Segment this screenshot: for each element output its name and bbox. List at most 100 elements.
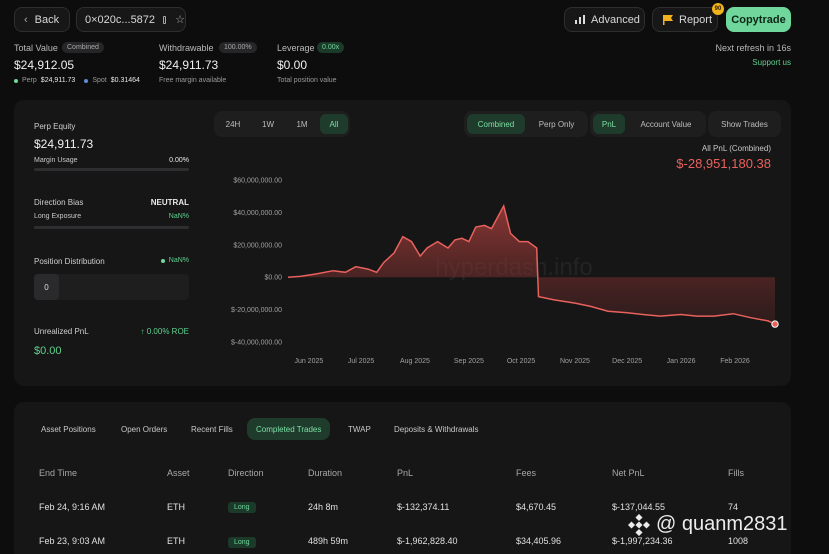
x-tick-label: Aug 2025 [400, 358, 430, 365]
roe-value: ↑ 0.00% ROE [140, 327, 189, 336]
address-chip[interactable]: 0×020c...5872 ☆ [76, 7, 186, 32]
x-tick-label: Dec 2025 [612, 358, 642, 365]
long-exposure-value: NaN% [168, 213, 189, 220]
flag-icon [663, 14, 673, 25]
mode-perp-only[interactable]: Perp Only [528, 114, 585, 134]
col-direction[interactable]: Direction [228, 468, 264, 478]
pnl-area [288, 205, 775, 325]
range-1m[interactable]: 1M [287, 114, 317, 134]
metric-account-value[interactable]: Account Value [628, 114, 704, 134]
x-axis: Jun 2025 Jul 2025 Aug 2025 Sep 2025 Oct 2025… [294, 358, 749, 365]
back-label: Back [34, 13, 60, 26]
tab-asset-positions[interactable]: Asset Positions [32, 418, 105, 440]
long-exposure-label: Long Exposure [34, 213, 82, 220]
withdrawable-sub: Free margin available [159, 77, 227, 84]
x-tick-label: Nov 2025 [560, 358, 590, 365]
watermark-handle: @ quanm2831 [656, 513, 788, 535]
x-tick-label: Jun 2025 [294, 358, 323, 365]
cell-asset: ETH [167, 502, 185, 512]
unrealized-pnl-value: $0.00 [34, 345, 62, 357]
perp-dot [14, 78, 18, 83]
withdrawable-badge: 100.00% [219, 42, 257, 53]
copytrade-button[interactable]: Copytrade [726, 7, 791, 32]
col-pnl[interactable]: PnL [397, 468, 413, 478]
report-count-badge: 90 [712, 3, 724, 15]
cell-duration: 489h 59m [308, 536, 349, 546]
spot-dot [84, 78, 89, 83]
x-tick-label: Feb 2026 [720, 358, 750, 365]
status-dot [160, 258, 165, 263]
perp-spot-breakdown: Perp $24,911.73 Spot $0.31464 [14, 77, 140, 84]
cell-end-time: Feb 24, 9:16 AM [39, 502, 106, 512]
cell-pnl: $-1,962,828.40 [397, 536, 458, 546]
advanced-button[interactable]: Advanced [564, 7, 645, 32]
col-fills[interactable]: Fills [728, 468, 744, 478]
cell-fees: $4,670.45 [516, 502, 557, 512]
cell-pnl: $-132,374.11 [397, 502, 450, 512]
position-distribution-label: Position Distribution [34, 257, 105, 266]
latest-point-marker[interactable] [771, 320, 779, 328]
cell-net-pnl: $-137,044.55 [612, 502, 666, 512]
y-tick-label: $40,000,000.00 [233, 210, 282, 217]
y-tick-label: $0.00 [264, 275, 282, 282]
y-axis: $60,000,000.00 $40,000,000.00 $20,000,000.… [231, 178, 282, 347]
col-duration[interactable]: Duration [308, 468, 342, 478]
cell-fills: 74 [728, 502, 739, 512]
show-trades-toggle[interactable]: Show Trades [711, 114, 778, 134]
col-end-time[interactable]: End Time [39, 468, 77, 478]
margin-usage-label: Margin Usage [34, 157, 78, 164]
direction-bias-label: Direction Bias [34, 198, 84, 207]
pnl-chart[interactable]: $60,000,000.00 $40,000,000.00 $20,000,000.… [214, 170, 789, 370]
y-tick-label: $-20,000,000.00 [231, 307, 282, 314]
diamond-logo-icon [628, 513, 650, 536]
position-distribution-bar: 0 [34, 274, 189, 300]
position-distribution-value: NaN% [168, 257, 189, 264]
col-net-pnl[interactable]: Net PnL [612, 468, 645, 478]
x-tick-label: Jul 2025 [348, 358, 375, 365]
advanced-label: Advanced [591, 13, 640, 26]
range-1w[interactable]: 1W [253, 114, 283, 134]
tab-completed-trades[interactable]: Completed Trades [247, 418, 331, 440]
y-tick-label: $-40,000,000.00 [231, 340, 282, 347]
spot-value: $0.31464 [110, 77, 140, 84]
range-24h[interactable]: 24H [218, 114, 248, 134]
mode-combined[interactable]: Combined [467, 114, 525, 134]
report-label: Report [679, 13, 713, 26]
cell-fills: 1008 [728, 536, 749, 546]
cell-direction: Long [228, 537, 256, 548]
cell-direction: Long [228, 502, 256, 513]
col-fees[interactable]: Fees [516, 468, 536, 478]
metric-pnl[interactable]: PnL [593, 114, 625, 134]
margin-usage-bar [34, 168, 189, 171]
long-exposure-bar [34, 226, 189, 229]
report-button[interactable]: Report [652, 7, 718, 32]
direction-bias-value: NEUTRAL [150, 198, 189, 207]
margin-usage-value: 0.00% [169, 157, 189, 164]
support-link[interactable]: Support us [752, 58, 791, 67]
leverage-badge: 0.00x [317, 42, 345, 53]
leverage-sub: Total position value [277, 77, 337, 84]
x-tick-label: Sep 2025 [454, 358, 484, 365]
tab-open-orders[interactable]: Open Orders [112, 418, 176, 440]
unrealized-pnl-label: Unrealized PnL [34, 327, 89, 336]
cell-end-time: Feb 23, 9:03 AM [39, 536, 106, 546]
perp-label: Perp [22, 77, 37, 84]
tab-twap[interactable]: TWAP [339, 418, 380, 440]
col-asset[interactable]: Asset [167, 468, 190, 478]
spot-label: Spot [92, 77, 107, 84]
cell-fees: $34,405.96 [516, 536, 562, 546]
copy-icon[interactable] [163, 15, 167, 24]
back-button[interactable]: ‹ Back [14, 7, 70, 32]
combined-badge: Combined [62, 42, 104, 53]
position-count: 0 [34, 274, 59, 300]
withdrawable-value: $24,911.73 [159, 58, 219, 72]
overlay-watermark: @ quanm2831 [628, 513, 788, 536]
withdrawable-label: Withdrawable [159, 43, 214, 53]
tab-deposits-withdrawals[interactable]: Deposits & Withdrawals [385, 418, 487, 440]
pnl-caption: All PnL (Combined) [701, 144, 771, 153]
bar-chart-icon [575, 15, 585, 24]
range-all[interactable]: All [320, 114, 348, 134]
y-tick-label: $60,000,000.00 [233, 178, 282, 185]
star-icon[interactable]: ☆ [175, 13, 185, 26]
tab-recent-fills[interactable]: Recent Fills [182, 418, 242, 440]
